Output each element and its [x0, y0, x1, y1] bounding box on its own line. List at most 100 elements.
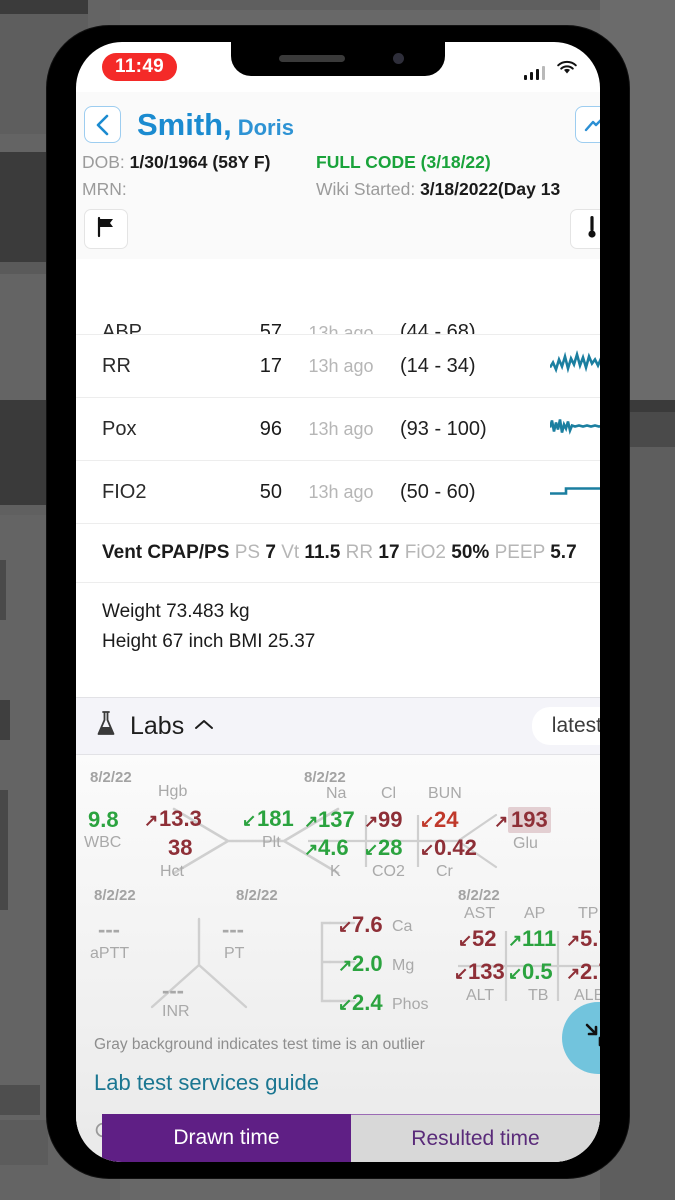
vital-label: FIO2 — [102, 480, 147, 503]
lab-arrow-alb: ↗ — [566, 964, 581, 983]
time-mode-tabbar: Drawn time Resulted time — [76, 1114, 600, 1162]
vital-range: (93 - 100) — [400, 417, 487, 440]
backdrop-top-band — [120, 0, 600, 10]
phone-frame: 11:49 Smith, Doris DOB: 1/30/1964 (58Y F… — [47, 26, 629, 1178]
vent-mode: Vent CPAP/PS — [102, 542, 230, 563]
collapse-arrows-icon — [583, 1021, 600, 1056]
vital-value: 57 — [259, 321, 282, 334]
tab-resulted-time[interactable]: Resulted time — [351, 1114, 600, 1162]
vital-sparkline[interactable] — [548, 414, 600, 445]
lab-label-tp: TP — [578, 905, 599, 922]
lab-label-k: K — [330, 863, 341, 880]
lab-arrow-tp: ↗ — [566, 931, 581, 950]
lab-value-tp: 5.7 — [580, 926, 600, 951]
vent-param-value: 50% — [451, 542, 490, 563]
vent-param-label: Vt — [281, 542, 300, 563]
wifi-icon — [556, 59, 578, 80]
mrn-label: MRN: — [82, 179, 127, 200]
vital-time: 13h ago — [308, 481, 374, 502]
vital-time: 13h ago — [308, 418, 374, 439]
chevron-up-icon[interactable] — [194, 717, 214, 735]
lab-label-hct: Hct — [160, 863, 184, 880]
back-button[interactable] — [84, 106, 121, 143]
lab-value-aptt: --- — [98, 917, 120, 942]
fishbone-cbc[interactable]: 8/2/22 9.8 WBC Hgb ↗ 13.3 38 Hct ↙ 181 P… — [76, 767, 600, 885]
lab-arrow-alt: ↙ — [454, 964, 469, 983]
phone-screen: 11:49 Smith, Doris DOB: 1/30/1964 (58Y F… — [76, 42, 600, 1162]
panel-date: 8/2/22 — [90, 769, 132, 786]
patient-last-name: Smith, — [137, 106, 232, 142]
lab-label-inr: INR — [162, 1003, 190, 1020]
vital-range: (14 - 34) — [400, 354, 476, 377]
trend-chart-button[interactable] — [575, 106, 600, 143]
table-row[interactable]: ABP 57 13h ago (44 - 68) — [76, 290, 600, 334]
vital-value: 17 — [259, 354, 282, 377]
chevron-left-icon — [95, 114, 111, 136]
lab-label-mg: Mg — [392, 957, 415, 974]
lab-value-bun: 24 — [434, 807, 459, 832]
backdrop-panel — [0, 1085, 40, 1115]
lab-value-alb: 2.7 — [580, 959, 600, 984]
vital-label: RR — [102, 354, 131, 377]
code-status-badge: FULL CODE (3/18/22) — [316, 152, 491, 172]
vent-settings-row[interactable]: Vent CPAP/PS PS 7 Vt 11.5 RR 17 FiO2 50%… — [76, 523, 600, 582]
panel-date: 8/2/22 — [458, 887, 500, 904]
vent-param-label: FiO2 — [404, 542, 446, 563]
vent-param-label: PS — [234, 542, 261, 563]
vital-time: 13h ago — [308, 323, 374, 334]
lab-value-co2: 28 — [378, 835, 403, 860]
thermometer-button[interactable] — [570, 209, 600, 250]
lab-arrow-plt: ↙ — [242, 811, 257, 830]
flag-button[interactable] — [84, 209, 128, 250]
panel-date: 8/2/22 — [236, 887, 278, 904]
lab-arrow-ca: ↙ — [338, 917, 353, 936]
lab-value-cl: 99 — [378, 807, 403, 832]
lab-value-phos: 2.4 — [352, 990, 383, 1015]
tab-drawn-time[interactable]: Drawn time — [102, 1114, 351, 1162]
labs-section-header[interactable]: Labs latest — [76, 697, 600, 755]
latest-filter-pill[interactable]: latest — [531, 707, 600, 745]
vital-sparkline[interactable] — [550, 477, 600, 508]
lab-guide-link[interactable]: Lab test services guide — [94, 1070, 319, 1096]
backdrop-panel — [0, 700, 10, 740]
vital-sparkline[interactable] — [548, 349, 600, 382]
backdrop-panel — [0, 1120, 48, 1165]
lab-value-hct: 38 — [168, 835, 193, 860]
weight-line: Weight 73.483 kg — [102, 601, 250, 622]
labs-title: Labs — [130, 711, 185, 740]
lab-arrow-mg: ↗ — [338, 956, 353, 975]
lab-arrow-cr: ↙ — [420, 840, 435, 859]
vent-param-label: PEEP — [494, 542, 545, 563]
lab-arrow-hgb: ↗ — [144, 811, 159, 830]
lab-arrow-phos: ↙ — [338, 995, 353, 1014]
vital-value: 96 — [259, 417, 282, 440]
dob-label: DOB: — [82, 152, 125, 172]
lab-label-phos: Phos — [392, 996, 429, 1013]
vent-param-value: 17 — [378, 542, 400, 563]
patient-action-bar — [76, 203, 600, 259]
body-metrics-row[interactable]: Weight 73.483 kg Height 67 inch BMI 25.3… — [76, 582, 600, 672]
thermometer-icon — [587, 215, 597, 244]
wiki-label: Wiki Started: — [316, 179, 416, 200]
lab-arrow-bun: ↙ — [420, 812, 435, 831]
dob-field: DOB: 1/30/1964 (58Y F) — [82, 149, 316, 176]
dob-value: 1/30/1964 (58Y F) — [129, 152, 271, 172]
lab-label-glu: Glu — [513, 835, 538, 852]
dob-row: DOB: 1/30/1964 (58Y F) FULL CODE (3/18/2… — [82, 149, 600, 176]
fishbone-row-2: 8/2/22 --- aPTT --- PT --- INR 8/2/22 ↙ — [76, 885, 600, 1025]
lab-label-pt: PT — [224, 945, 245, 962]
lab-value-cr: 0.42 — [434, 835, 477, 860]
lab-label-ast: AST — [464, 905, 496, 922]
table-row[interactable]: Pox 96 13h ago (93 - 100) — [76, 397, 600, 460]
lab-value-pt: --- — [222, 917, 244, 942]
vent-param-label: RR — [345, 542, 374, 563]
patient-meta: DOB: 1/30/1964 (58Y F) FULL CODE (3/18/2… — [76, 149, 600, 203]
table-row[interactable]: RR 17 13h ago (14 - 34) — [76, 334, 600, 397]
table-row[interactable]: FIO2 50 13h ago (50 - 60) — [76, 460, 600, 523]
vital-label: Pox — [102, 417, 137, 440]
lab-arrow-k: ↗ — [304, 840, 319, 859]
lab-value-inr: --- — [162, 978, 184, 1003]
vital-value: 50 — [259, 480, 282, 503]
lab-value-ap: 111 — [522, 926, 557, 951]
notch — [231, 42, 445, 76]
